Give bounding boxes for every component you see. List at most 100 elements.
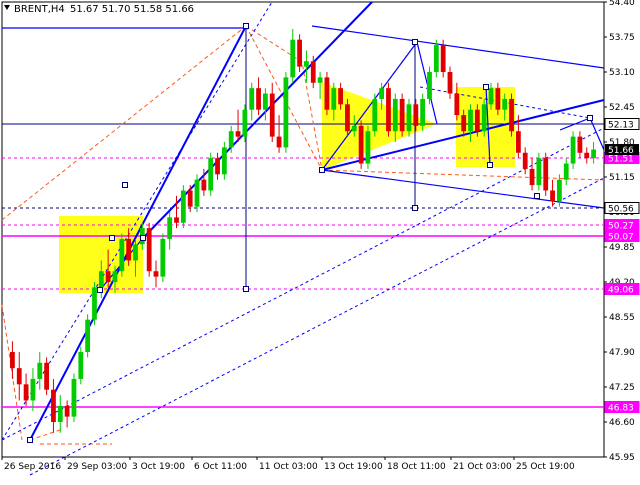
candle-body[interactable] [297, 39, 302, 67]
candle-body[interactable] [180, 190, 186, 223]
candle-body[interactable] [310, 61, 316, 83]
candle-body[interactable] [570, 136, 576, 164]
x-tick-label: 25 Oct 19:00 [516, 462, 575, 472]
y-tick-label: 49.85 [609, 243, 635, 253]
candle-body[interactable] [550, 190, 555, 202]
candle-body[interactable] [468, 109, 473, 132]
candle-body[interactable] [386, 88, 391, 132]
candle-body[interactable] [146, 228, 152, 272]
price-chart[interactable]: 54.4053.7553.1052.4551.8051.1550.5049.85… [0, 0, 640, 480]
candle-body[interactable] [351, 125, 357, 132]
candle-body[interactable] [392, 98, 398, 132]
y-tick-label: 51.15 [609, 173, 635, 183]
candle-body[interactable] [44, 362, 49, 390]
candle-body[interactable] [304, 61, 309, 67]
candle-body[interactable] [577, 136, 583, 153]
level-tag-label: 49.06 [608, 286, 634, 296]
candle-body[interactable] [30, 378, 36, 401]
candle-body[interactable] [37, 362, 43, 379]
candle-body[interactable] [488, 88, 494, 105]
candle-body[interactable] [10, 352, 15, 369]
candle-body[interactable] [290, 39, 296, 78]
candle-body[interactable] [331, 88, 337, 110]
candle-body[interactable] [420, 98, 426, 126]
candle-body[interactable] [283, 77, 289, 148]
candle-body[interactable] [454, 93, 460, 116]
candle-body[interactable] [201, 179, 207, 191]
candle-body[interactable] [263, 93, 268, 110]
candle-body[interactable] [365, 131, 371, 164]
candle-body[interactable] [338, 88, 343, 105]
candle-body[interactable] [502, 98, 508, 110]
candle-body[interactable] [187, 190, 193, 207]
candle-body[interactable] [112, 271, 118, 282]
candle-body[interactable] [515, 131, 521, 153]
candle-body[interactable] [119, 238, 125, 272]
candle-body[interactable] [474, 109, 480, 132]
candle-body[interactable] [105, 271, 111, 282]
candle-body[interactable] [160, 238, 166, 277]
candle-body[interactable] [317, 77, 323, 83]
candle-body[interactable] [379, 88, 385, 99]
candle-body[interactable] [406, 104, 412, 132]
candle-body[interactable] [584, 152, 590, 159]
candle-body[interactable] [433, 45, 439, 72]
candle-body[interactable] [51, 389, 56, 422]
candle-body[interactable] [256, 88, 261, 110]
candle-body[interactable] [208, 158, 214, 191]
candle-body[interactable] [16, 368, 22, 385]
y-tick-label: 52.45 [609, 103, 635, 113]
candle-body[interactable] [495, 88, 501, 110]
x-tick-label: 18 Oct 11:00 [387, 462, 446, 472]
y-tick-label: 48.55 [609, 313, 635, 323]
candle-body[interactable] [324, 77, 330, 110]
candle-body[interactable] [529, 168, 535, 186]
candle-body[interactable] [235, 131, 241, 137]
candle-body[interactable] [221, 147, 227, 175]
candle-body[interactable] [98, 271, 104, 288]
candle-body[interactable] [153, 271, 159, 277]
candle-body[interactable] [215, 158, 220, 175]
candle-body[interactable] [249, 88, 255, 110]
candle-body[interactable] [427, 72, 432, 99]
candle-body[interactable] [23, 384, 29, 401]
candle-body[interactable] [522, 152, 528, 169]
candle-body[interactable] [372, 98, 378, 132]
candle-body[interactable] [242, 109, 248, 137]
candle-body[interactable] [440, 45, 446, 72]
candle-body[interactable] [64, 405, 70, 417]
level-tag-label: 50.07 [608, 233, 634, 243]
candle-body[interactable] [481, 104, 487, 132]
candle-body[interactable] [509, 98, 514, 132]
candle-body[interactable] [85, 319, 91, 352]
candle-body[interactable] [228, 131, 234, 148]
candle-body[interactable] [126, 238, 132, 261]
candle-body[interactable] [591, 149, 596, 159]
candle-body[interactable] [57, 405, 63, 422]
candle-body[interactable] [557, 179, 562, 202]
candle-body[interactable] [536, 158, 542, 186]
candle-body[interactable] [133, 244, 138, 261]
pattern-marker [122, 182, 128, 188]
candle-body[interactable] [399, 98, 405, 132]
candle-body[interactable] [269, 93, 275, 137]
pattern-marker [412, 205, 418, 211]
candle-body[interactable] [461, 115, 467, 132]
candle-body[interactable] [167, 217, 173, 239]
candle-body[interactable] [345, 104, 350, 132]
candle-body[interactable] [92, 287, 97, 320]
candle-body[interactable] [71, 378, 77, 417]
pattern-marker [319, 167, 325, 173]
candle-body[interactable] [194, 179, 200, 207]
candle-body[interactable] [543, 158, 549, 191]
candle-body[interactable] [563, 163, 569, 180]
candle-body[interactable] [447, 72, 453, 94]
x-tick-label: 21 Oct 03:00 [453, 462, 512, 472]
y-tick-label: 53.75 [609, 33, 635, 43]
candle-body[interactable] [174, 217, 179, 223]
candle-body[interactable] [78, 352, 84, 379]
candle-body[interactable] [358, 125, 364, 164]
candle-body[interactable] [413, 104, 419, 126]
x-tick-label: 3 Oct 19:00 [132, 462, 185, 472]
candle-body[interactable] [276, 136, 282, 148]
